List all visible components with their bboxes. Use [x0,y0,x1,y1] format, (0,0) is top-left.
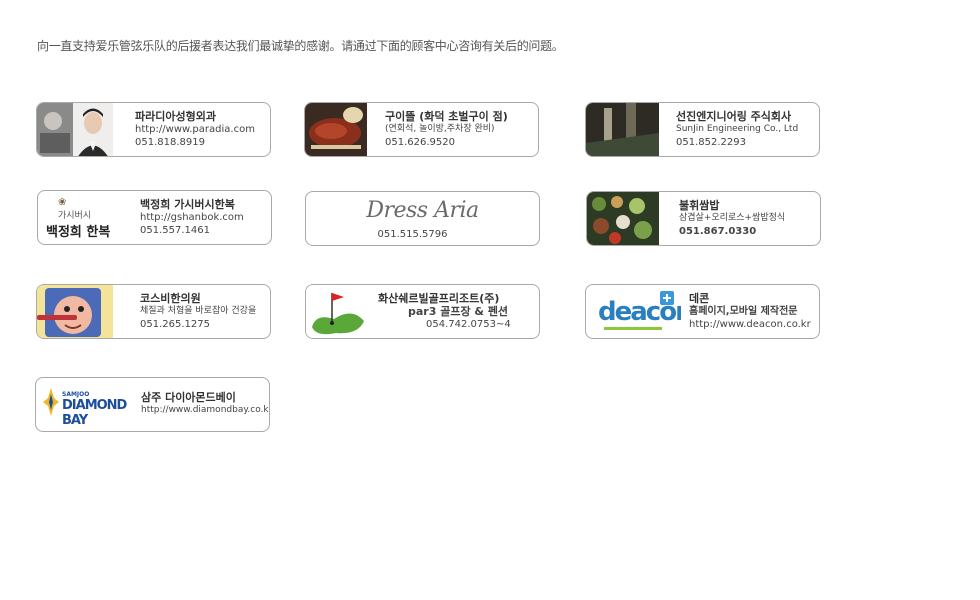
golf-green-icon [306,285,372,338]
cosby-logo [37,285,113,338]
sponsor-url[interactable]: http://www.deacon.co.kr [689,318,815,331]
sponsor-phone: 054.742.0753~4 [426,319,511,330]
sponsor-name: 구이뜰 (화덕 초벌구이 점) [385,110,508,123]
sponsor-url[interactable]: http://www.paradia.com [135,123,266,136]
sponsor-phone: 051.867.0330 [679,226,757,237]
dress-aria-logo: Dress Aria [366,198,479,223]
sponsor-slogan: 체질과 처형을 바로잡아 건강을 [140,306,257,316]
deacon-logo: deacon [586,285,681,338]
sponsor-phone: 051.626.9520 [385,137,455,148]
sponsor-phone: 051.557.1461 [140,225,210,236]
sponsor-phone: 051.515.5796 [377,229,448,240]
sponsor-phone: 051.265.1275 [140,319,210,330]
sponsor-phone: 051.818.8919 [135,137,205,148]
sponsor-card-guitteul[interactable]: 구이뜰 (화덕 초벌구이 점) (연회석, 놀이방,주차장 완비) 051.62… [304,102,539,157]
sponsor-url[interactable]: http://www.diamondbay.co.kr [141,404,269,417]
sponsor-name: 불휘쌈밥 [679,199,720,212]
sponsor-phone: 051.852.2293 [676,137,746,148]
grilled-meat-photo [305,103,367,156]
sponsor-card-hwasan[interactable]: 화산쉐르빌골프리조트(주) par3 골프장 & 펜션 054.742.0753… [305,284,540,339]
sponsor-card-bulhwi[interactable]: 불휘쌈밥 삼겹살+오리로스+쌈밥정식 051.867.0330 [586,191,821,246]
sponsor-name: 데콘 [689,292,710,305]
sponsor-card-paradia[interactable]: 파라디아성형외과 http://www.paradia.com 051.818.… [36,102,271,157]
diamondbay-logo: SAMJOO DIAMOND BAY [36,378,136,431]
sponsor-card-dress-aria[interactable]: Dress Aria 051.515.5796 [305,191,540,246]
sponsor-name: 코스비한의원 [140,292,201,305]
sponsor-card-cosby[interactable]: 코스비한의원 체질과 처형을 바로잡아 건강을 051.265.1275 [36,284,271,339]
intro-text: 向一直支持爱乐管弦乐队的后援者表达我们最诚挚的感谢。请通过下面的顾客中心咨询有关… [37,39,564,53]
ssambap-photo [587,192,659,245]
sponsor-english-name: SunJin Engineering Co., Ltd [676,124,799,134]
sunjin-photo [586,103,659,156]
sponsor-card-deacon[interactable]: deacon 데콘 홈페이지,모바일 제작전문 http://www.deaco… [585,284,820,339]
sponsor-name: 화산쉐르빌골프리조트(주) [378,292,500,305]
sponsor-url[interactable]: http://gshanbok.com [140,211,267,224]
sponsor-facility: par3 골프장 & 펜션 [408,305,509,318]
sponsor-card-diamondbay[interactable]: SAMJOO DIAMOND BAY 삼주 다이아몬드베이 http://www… [35,377,270,432]
sponsor-card-sunjin[interactable]: 선진엔지니어링 주식회사 SunJin Engineering Co., Ltd… [585,102,820,157]
sponsor-info: (연회석, 놀이방,주차장 완비) [385,124,495,134]
sponsor-card-gshanbok[interactable]: ❀ 가시버시 백정희 한복 백정희 가시버시한복 http://gshanbok… [37,190,272,245]
paradia-photo [37,103,113,156]
sponsor-name: 삼주 다이아몬드베이 [141,391,236,404]
sponsor-menu: 삼겹살+오리로스+쌈밥정식 [679,213,786,223]
sponsor-service: 홈페이지,모바일 제작전문 [689,306,798,317]
sponsor-name: 파라디아성형외과 [135,110,216,123]
sponsor-name: 선진엔지니어링 주식회사 [676,110,792,123]
gshanbok-logo: ❀ 가시버시 백정희 한복 [46,197,111,240]
sponsor-name: 백정희 가시버시한복 [140,198,235,211]
